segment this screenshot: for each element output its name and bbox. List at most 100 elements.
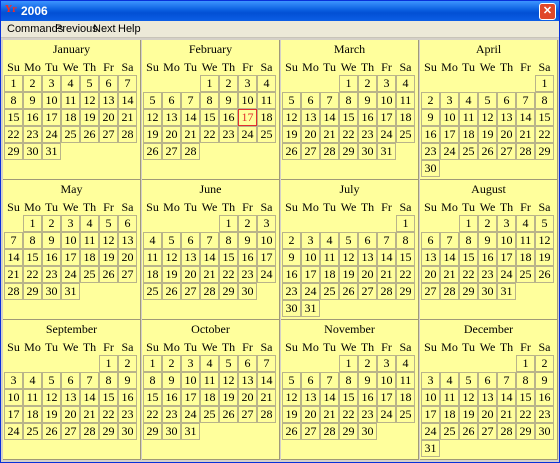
day-cell[interactable]: 8 <box>396 232 415 249</box>
day-cell[interactable]: 6 <box>497 92 516 109</box>
day-cell[interactable]: 6 <box>421 232 440 249</box>
day-cell[interactable]: 28 <box>320 423 339 440</box>
day-cell[interactable]: 17 <box>181 389 200 406</box>
day-cell[interactable]: 19 <box>535 249 554 266</box>
day-cell[interactable]: 2 <box>358 355 377 372</box>
day-cell[interactable]: 14 <box>377 249 396 266</box>
day-cell[interactable]: 21 <box>4 266 23 283</box>
day-cell[interactable]: 1 <box>219 215 238 232</box>
day-cell[interactable]: 13 <box>478 389 497 406</box>
day-cell[interactable]: 31 <box>61 283 80 300</box>
day-cell[interactable]: 2 <box>219 75 238 92</box>
day-cell[interactable]: 24 <box>421 423 440 440</box>
day-cell[interactable]: 3 <box>377 355 396 372</box>
day-cell[interactable]: 12 <box>478 109 497 126</box>
day-cell[interactable]: 7 <box>80 372 99 389</box>
day-cell[interactable]: 23 <box>358 406 377 423</box>
day-cell[interactable]: 31 <box>301 300 320 317</box>
day-cell[interactable]: 27 <box>118 266 137 283</box>
day-cell[interactable]: 6 <box>181 232 200 249</box>
day-cell[interactable]: 24 <box>377 406 396 423</box>
day-cell[interactable]: 14 <box>440 249 459 266</box>
day-cell[interactable]: 27 <box>61 423 80 440</box>
day-cell[interactable]: 20 <box>181 266 200 283</box>
day-cell[interactable]: 30 <box>23 143 42 160</box>
day-cell[interactable]: 5 <box>99 215 118 232</box>
day-cell[interactable]: 2 <box>118 355 137 372</box>
day-cell[interactable]: 24 <box>257 266 276 283</box>
day-cell[interactable]: 24 <box>301 283 320 300</box>
day-cell[interactable]: 15 <box>99 389 118 406</box>
day-cell[interactable]: 11 <box>257 92 276 109</box>
day-cell[interactable]: 27 <box>478 423 497 440</box>
day-cell[interactable]: 9 <box>42 232 61 249</box>
day-cell[interactable]: 13 <box>181 249 200 266</box>
day-cell[interactable]: 16 <box>219 109 238 126</box>
day-cell[interactable]: 30 <box>42 283 61 300</box>
day-cell[interactable]: 19 <box>219 389 238 406</box>
day-cell[interactable]: 8 <box>4 92 23 109</box>
day-cell[interactable]: 10 <box>61 232 80 249</box>
day-cell[interactable]: 10 <box>497 232 516 249</box>
day-cell[interactable]: 25 <box>396 406 415 423</box>
day-cell[interactable]: 25 <box>200 406 219 423</box>
day-cell[interactable]: 5 <box>80 75 99 92</box>
day-cell[interactable]: 13 <box>118 232 137 249</box>
day-cell[interactable]: 27 <box>358 283 377 300</box>
day-cell[interactable]: 7 <box>4 232 23 249</box>
day-cell[interactable]: 7 <box>200 232 219 249</box>
day-cell[interactable]: 15 <box>396 249 415 266</box>
day-cell[interactable]: 29 <box>535 143 554 160</box>
day-cell[interactable]: 2 <box>282 232 301 249</box>
day-cell[interactable]: 9 <box>238 232 257 249</box>
day-cell[interactable]: 24 <box>42 126 61 143</box>
day-cell[interactable]: 2 <box>421 92 440 109</box>
day-cell[interactable]: 19 <box>42 406 61 423</box>
day-cell[interactable]: 29 <box>459 283 478 300</box>
day-cell[interactable]: 7 <box>516 92 535 109</box>
day-cell[interactable]: 18 <box>200 389 219 406</box>
day-cell[interactable]: 17 <box>377 109 396 126</box>
day-cell[interactable]: 9 <box>23 92 42 109</box>
day-cell[interactable]: 4 <box>516 215 535 232</box>
day-cell[interactable]: 26 <box>162 283 181 300</box>
day-cell[interactable]: 19 <box>478 126 497 143</box>
day-cell[interactable]: 15 <box>459 249 478 266</box>
day-cell[interactable]: 14 <box>320 109 339 126</box>
day-cell[interactable]: 12 <box>282 109 301 126</box>
day-cell[interactable]: 3 <box>301 232 320 249</box>
day-cell[interactable]: 29 <box>396 283 415 300</box>
day-cell[interactable]: 2 <box>478 215 497 232</box>
day-cell[interactable]: 14 <box>257 372 276 389</box>
day-cell[interactable]: 21 <box>497 406 516 423</box>
day-cell[interactable]: 18 <box>143 266 162 283</box>
day-cell[interactable]: 5 <box>535 215 554 232</box>
day-cell[interactable]: 13 <box>301 389 320 406</box>
day-cell[interactable]: 5 <box>282 372 301 389</box>
day-cell[interactable]: 12 <box>80 92 99 109</box>
day-cell[interactable]: 21 <box>200 266 219 283</box>
day-cell[interactable]: 9 <box>478 232 497 249</box>
day-cell[interactable]: 24 <box>497 266 516 283</box>
day-cell[interactable]: 12 <box>459 389 478 406</box>
day-cell[interactable]: 23 <box>238 266 257 283</box>
day-cell[interactable]: 11 <box>396 372 415 389</box>
day-cell[interactable]: 10 <box>301 249 320 266</box>
day-cell[interactable]: 25 <box>516 266 535 283</box>
day-cell[interactable]: 2 <box>162 355 181 372</box>
day-cell[interactable]: 30 <box>238 283 257 300</box>
day-cell[interactable]: 15 <box>4 109 23 126</box>
day-cell[interactable]: 5 <box>282 92 301 109</box>
menu-next[interactable]: Next <box>93 23 116 35</box>
day-cell[interactable]: 22 <box>459 266 478 283</box>
day-cell[interactable]: 11 <box>516 232 535 249</box>
day-cell[interactable]: 15 <box>339 109 358 126</box>
day-cell[interactable]: 4 <box>80 215 99 232</box>
day-cell[interactable]: 3 <box>421 372 440 389</box>
day-cell[interactable]: 3 <box>440 92 459 109</box>
day-cell[interactable]: 11 <box>61 92 80 109</box>
day-cell[interactable]: 12 <box>219 372 238 389</box>
day-cell[interactable]: 12 <box>535 232 554 249</box>
day-cell[interactable]: 12 <box>42 389 61 406</box>
day-cell[interactable]: 25 <box>61 126 80 143</box>
